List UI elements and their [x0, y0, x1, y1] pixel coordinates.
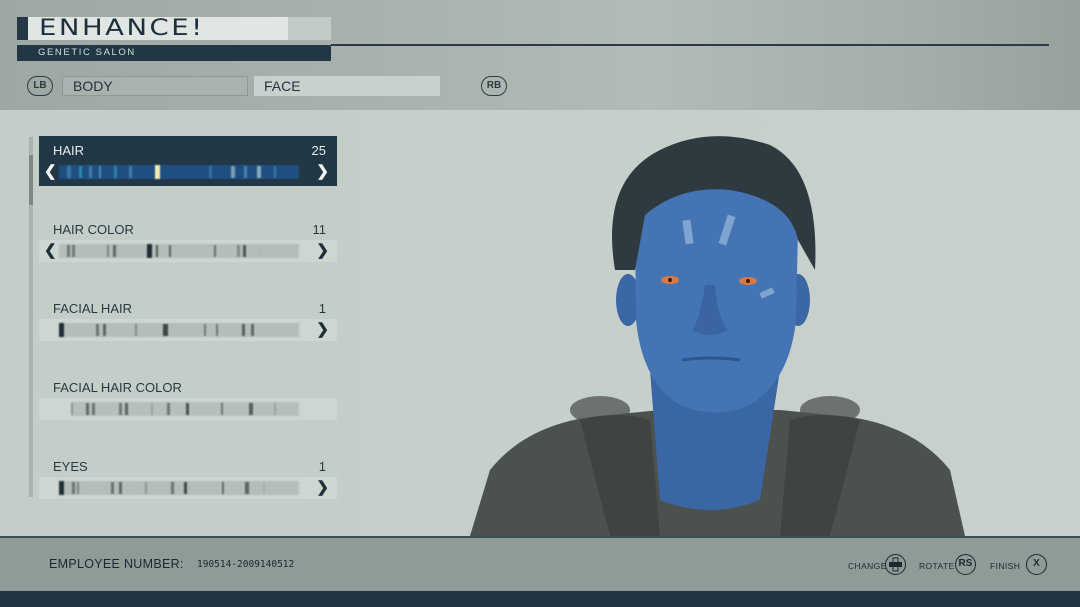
options-panel: HAIR 25 ❮ ❯ HAIR COLOR 11 ❮ ❯ FACIAL HAI… — [0, 110, 360, 536]
subtitle-bar: GENETIC SALON — [17, 45, 331, 61]
rb-button[interactable]: RB — [481, 76, 507, 96]
facial-hair-strip — [59, 323, 299, 337]
option-label: EYES — [53, 459, 88, 474]
slider-indicator — [147, 244, 152, 258]
title-accent — [17, 17, 28, 40]
lb-button[interactable]: LB — [27, 76, 53, 96]
eyes-strip — [59, 481, 299, 495]
hair-color-strip — [59, 244, 299, 258]
option-label: HAIR COLOR — [53, 222, 134, 237]
option-facial-hair-color[interactable]: FACIAL HAIR COLOR — [39, 373, 337, 423]
header: ENHANCE! GENETIC SALON LB BODY FACE RB — [0, 0, 1080, 110]
employee-number-label: EMPLOYEE NUMBER: — [49, 557, 184, 571]
option-hair-color[interactable]: HAIR COLOR 11 ❮ ❯ — [39, 215, 337, 265]
option-value: 1 — [318, 459, 326, 474]
employee-number-value: 190514-2009140512 — [197, 559, 295, 570]
option-slider[interactable]: ❯ — [39, 319, 337, 341]
scrollbar-thumb[interactable] — [29, 155, 33, 205]
dpad-icon[interactable] — [885, 554, 906, 575]
rotate-hint-label: ROTATE — [919, 561, 955, 571]
option-value: 11 — [312, 222, 327, 237]
chevron-right-icon[interactable]: ❯ — [316, 479, 329, 497]
chevron-right-icon[interactable]: ❯ — [316, 321, 329, 339]
tab-body[interactable]: BODY — [62, 76, 248, 96]
option-facial-hair[interactable]: FACIAL HAIR 1 ❯ — [39, 294, 337, 344]
change-hint-label: CHANGE — [848, 561, 887, 571]
page-subtitle: GENETIC SALON — [38, 47, 136, 58]
option-value: 25 — [311, 143, 326, 158]
option-hair[interactable]: HAIR 25 ❮ ❯ — [39, 136, 337, 186]
slider-indicator — [59, 481, 64, 495]
page-title: ENHANCE! — [39, 16, 205, 41]
title-block: ENHANCE! — [17, 17, 331, 40]
chevron-left-icon[interactable]: ❮ — [44, 163, 57, 181]
header-divider — [331, 44, 1049, 46]
option-eyes[interactable]: EYES 1 ❯ — [39, 452, 337, 502]
bottom-strip — [0, 591, 1080, 607]
hair-style-strip — [59, 165, 299, 179]
option-slider[interactable]: ❯ — [39, 477, 337, 499]
facial-hair-color-strip — [71, 402, 299, 416]
option-value: 1 — [318, 301, 326, 316]
chevron-right-icon[interactable]: ❯ — [316, 163, 329, 181]
option-label: FACIAL HAIR — [53, 301, 132, 316]
option-slider[interactable]: ❮ ❯ — [39, 161, 337, 183]
chevron-right-icon[interactable]: ❯ — [316, 242, 329, 260]
option-label: HAIR — [53, 143, 85, 158]
main-area: HAIR 25 ❮ ❯ HAIR COLOR 11 ❮ ❯ FACIAL HAI… — [0, 110, 1080, 536]
x-button-icon[interactable]: X — [1026, 554, 1047, 575]
option-slider[interactable]: ❮ ❯ — [39, 240, 337, 262]
character-portrait[interactable] — [460, 120, 980, 536]
slider-indicator — [59, 323, 64, 337]
tab-face[interactable]: FACE — [254, 76, 440, 96]
finish-hint-label: FINISH — [990, 561, 1021, 571]
face — [635, 175, 798, 413]
slider-indicator — [155, 165, 160, 179]
option-label: FACIAL HAIR COLOR — [53, 380, 182, 395]
footer: EMPLOYEE NUMBER: 190514-2009140512 CHANG… — [0, 536, 1080, 591]
right-stick-icon[interactable]: RS — [955, 554, 976, 575]
option-slider[interactable] — [39, 398, 337, 420]
chevron-left-icon[interactable]: ❮ — [44, 242, 57, 260]
